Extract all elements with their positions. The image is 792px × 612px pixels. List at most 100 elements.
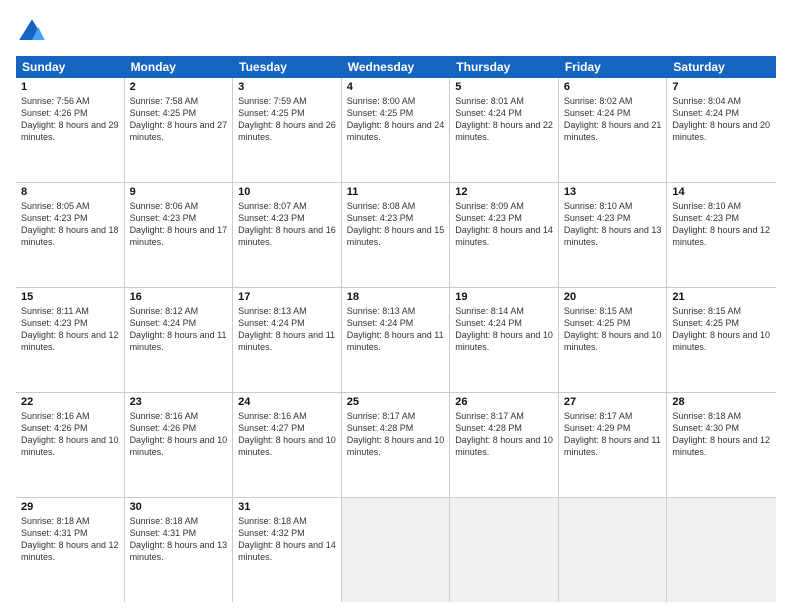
day-number: 10 — [238, 186, 336, 198]
calendar-cell — [559, 498, 668, 602]
day-number: 9 — [130, 186, 228, 198]
day-number: 29 — [21, 501, 119, 513]
calendar-cell: 25 Sunrise: 8:17 AM Sunset: 4:28 PM Dayli… — [342, 393, 451, 497]
day-number: 30 — [130, 501, 228, 513]
weekday-header: Monday — [125, 56, 234, 78]
calendar-cell: 12Sunrise: 8:09 AM Sunset: 4:23 PM Dayli… — [450, 183, 559, 287]
calendar-cell: 13Sunrise: 8:10 AM Sunset: 4:23 PM Dayli… — [559, 183, 668, 287]
day-info: Sunrise: 8:16 AM Sunset: 4:26 PM Dayligh… — [130, 410, 228, 459]
day-number: 6 — [564, 81, 662, 93]
calendar-row: 8Sunrise: 8:05 AM Sunset: 4:23 PM Daylig… — [16, 183, 776, 288]
logo-icon — [16, 16, 48, 48]
calendar-cell: 19 Sunrise: 8:14 AM Sunset: 4:24 PM Dayli… — [450, 288, 559, 392]
day-info: Sunrise: 8:17 AM Sunset: 4:28 PM Dayligh… — [455, 410, 553, 459]
weekday-header: Wednesday — [342, 56, 451, 78]
day-info: Sunrise: 8:10 AM Sunset: 4:23 PM Dayligh… — [564, 200, 662, 249]
day-info: Sunrise: 8:17 AM Sunset: 4:29 PM Dayligh… — [564, 410, 662, 459]
day-info: Sunrise: 8:10 AM Sunset: 4:23 PM Dayligh… — [672, 200, 771, 249]
day-info: Sunrise: 8:12 AM Sunset: 4:24 PM Dayligh… — [130, 305, 228, 354]
weekday-header: Tuesday — [233, 56, 342, 78]
calendar-cell: 10 Sunrise: 8:07 AM Sunset: 4:23 PM Dayli… — [233, 183, 342, 287]
day-info: Sunrise: 8:18 AM Sunset: 4:32 PM Dayligh… — [238, 515, 336, 564]
day-number: 18 — [347, 291, 445, 303]
calendar-cell: 15 Sunrise: 8:11 AM Sunset: 4:23 PM Dayli… — [16, 288, 125, 392]
calendar-cell: 29 Sunrise: 8:18 AM Sunset: 4:31 PM Dayli… — [16, 498, 125, 602]
calendar-row: 1 Sunrise: 7:56 AM Sunset: 4:26 PM Daylig… — [16, 78, 776, 183]
calendar-cell: 18 Sunrise: 8:13 AM Sunset: 4:24 PM Dayli… — [342, 288, 451, 392]
calendar-cell: 24 Sunrise: 8:16 AM Sunset: 4:27 PM Dayli… — [233, 393, 342, 497]
header — [16, 16, 776, 48]
calendar-cell: 8Sunrise: 8:05 AM Sunset: 4:23 PM Daylig… — [16, 183, 125, 287]
day-info: Sunrise: 8:16 AM Sunset: 4:27 PM Dayligh… — [238, 410, 336, 459]
day-info: Sunrise: 8:18 AM Sunset: 4:31 PM Dayligh… — [130, 515, 228, 564]
day-number: 31 — [238, 501, 336, 513]
day-info: Sunrise: 8:02 AM Sunset: 4:24 PM Dayligh… — [564, 95, 662, 144]
calendar: SundayMondayTuesdayWednesdayThursdayFrid… — [16, 56, 776, 602]
day-info: Sunrise: 8:05 AM Sunset: 4:23 PM Dayligh… — [21, 200, 119, 249]
day-info: Sunrise: 7:59 AM Sunset: 4:25 PM Dayligh… — [238, 95, 336, 144]
weekday-header: Friday — [559, 56, 668, 78]
calendar-cell: 2 Sunrise: 7:58 AM Sunset: 4:25 PM Daylig… — [125, 78, 234, 182]
day-info: Sunrise: 7:58 AM Sunset: 4:25 PM Dayligh… — [130, 95, 228, 144]
day-info: Sunrise: 8:18 AM Sunset: 4:30 PM Dayligh… — [672, 410, 771, 459]
page: SundayMondayTuesdayWednesdayThursdayFrid… — [0, 0, 792, 612]
day-number: 11 — [347, 186, 445, 198]
calendar-cell: 26Sunrise: 8:17 AM Sunset: 4:28 PM Dayli… — [450, 393, 559, 497]
calendar-body: 1 Sunrise: 7:56 AM Sunset: 4:26 PM Daylig… — [16, 78, 776, 602]
calendar-cell: 5 Sunrise: 8:01 AM Sunset: 4:24 PM Daylig… — [450, 78, 559, 182]
day-info: Sunrise: 8:06 AM Sunset: 4:23 PM Dayligh… — [130, 200, 228, 249]
calendar-cell — [450, 498, 559, 602]
calendar-cell: 9 Sunrise: 8:06 AM Sunset: 4:23 PM Daylig… — [125, 183, 234, 287]
day-number: 15 — [21, 291, 119, 303]
day-info: Sunrise: 8:14 AM Sunset: 4:24 PM Dayligh… — [455, 305, 553, 354]
calendar-header: SundayMondayTuesdayWednesdayThursdayFrid… — [16, 56, 776, 78]
day-number: 1 — [21, 81, 119, 93]
day-number: 19 — [455, 291, 553, 303]
day-info: Sunrise: 8:15 AM Sunset: 4:25 PM Dayligh… — [672, 305, 771, 354]
day-number: 21 — [672, 291, 771, 303]
calendar-cell: 4 Sunrise: 8:00 AM Sunset: 4:25 PM Daylig… — [342, 78, 451, 182]
day-number: 14 — [672, 186, 771, 198]
day-number: 5 — [455, 81, 553, 93]
calendar-cell: 7Sunrise: 8:04 AM Sunset: 4:24 PM Daylig… — [667, 78, 776, 182]
calendar-cell: 17Sunrise: 8:13 AM Sunset: 4:24 PM Dayli… — [233, 288, 342, 392]
day-number: 4 — [347, 81, 445, 93]
day-info: Sunrise: 8:00 AM Sunset: 4:25 PM Dayligh… — [347, 95, 445, 144]
day-info: Sunrise: 8:18 AM Sunset: 4:31 PM Dayligh… — [21, 515, 119, 564]
day-info: Sunrise: 8:07 AM Sunset: 4:23 PM Dayligh… — [238, 200, 336, 249]
calendar-row: 22 Sunrise: 8:16 AM Sunset: 4:26 PM Dayli… — [16, 393, 776, 498]
calendar-cell: 3 Sunrise: 7:59 AM Sunset: 4:25 PM Daylig… — [233, 78, 342, 182]
day-info: Sunrise: 8:08 AM Sunset: 4:23 PM Dayligh… — [347, 200, 445, 249]
day-number: 2 — [130, 81, 228, 93]
day-number: 3 — [238, 81, 336, 93]
day-number: 23 — [130, 396, 228, 408]
calendar-cell: 14 Sunrise: 8:10 AM Sunset: 4:23 PM Dayli… — [667, 183, 776, 287]
calendar-cell: 1 Sunrise: 7:56 AM Sunset: 4:26 PM Daylig… — [16, 78, 125, 182]
day-number: 20 — [564, 291, 662, 303]
calendar-cell: 27Sunrise: 8:17 AM Sunset: 4:29 PM Dayli… — [559, 393, 668, 497]
calendar-cell: 6 Sunrise: 8:02 AM Sunset: 4:24 PM Daylig… — [559, 78, 668, 182]
weekday-header: Sunday — [16, 56, 125, 78]
calendar-cell: 30 Sunrise: 8:18 AM Sunset: 4:31 PM Dayli… — [125, 498, 234, 602]
day-number: 25 — [347, 396, 445, 408]
day-number: 28 — [672, 396, 771, 408]
day-info: Sunrise: 8:15 AM Sunset: 4:25 PM Dayligh… — [564, 305, 662, 354]
day-number: 24 — [238, 396, 336, 408]
logo — [16, 16, 52, 48]
calendar-cell — [667, 498, 776, 602]
calendar-cell: 21 Sunrise: 8:15 AM Sunset: 4:25 PM Dayli… — [667, 288, 776, 392]
weekday-header: Saturday — [667, 56, 776, 78]
calendar-row: 29 Sunrise: 8:18 AM Sunset: 4:31 PM Dayli… — [16, 498, 776, 602]
calendar-cell: 23 Sunrise: 8:16 AM Sunset: 4:26 PM Dayli… — [125, 393, 234, 497]
day-info: Sunrise: 8:13 AM Sunset: 4:24 PM Dayligh… — [347, 305, 445, 354]
day-info: Sunrise: 8:17 AM Sunset: 4:28 PM Dayligh… — [347, 410, 445, 459]
day-info: Sunrise: 7:56 AM Sunset: 4:26 PM Dayligh… — [21, 95, 119, 144]
day-info: Sunrise: 8:09 AM Sunset: 4:23 PM Dayligh… — [455, 200, 553, 249]
day-info: Sunrise: 8:01 AM Sunset: 4:24 PM Dayligh… — [455, 95, 553, 144]
calendar-cell: 11 Sunrise: 8:08 AM Sunset: 4:23 PM Dayli… — [342, 183, 451, 287]
calendar-cell: 31 Sunrise: 8:18 AM Sunset: 4:32 PM Dayli… — [233, 498, 342, 602]
day-info: Sunrise: 8:13 AM Sunset: 4:24 PM Dayligh… — [238, 305, 336, 354]
weekday-header: Thursday — [450, 56, 559, 78]
day-info: Sunrise: 8:11 AM Sunset: 4:23 PM Dayligh… — [21, 305, 119, 354]
day-number: 22 — [21, 396, 119, 408]
